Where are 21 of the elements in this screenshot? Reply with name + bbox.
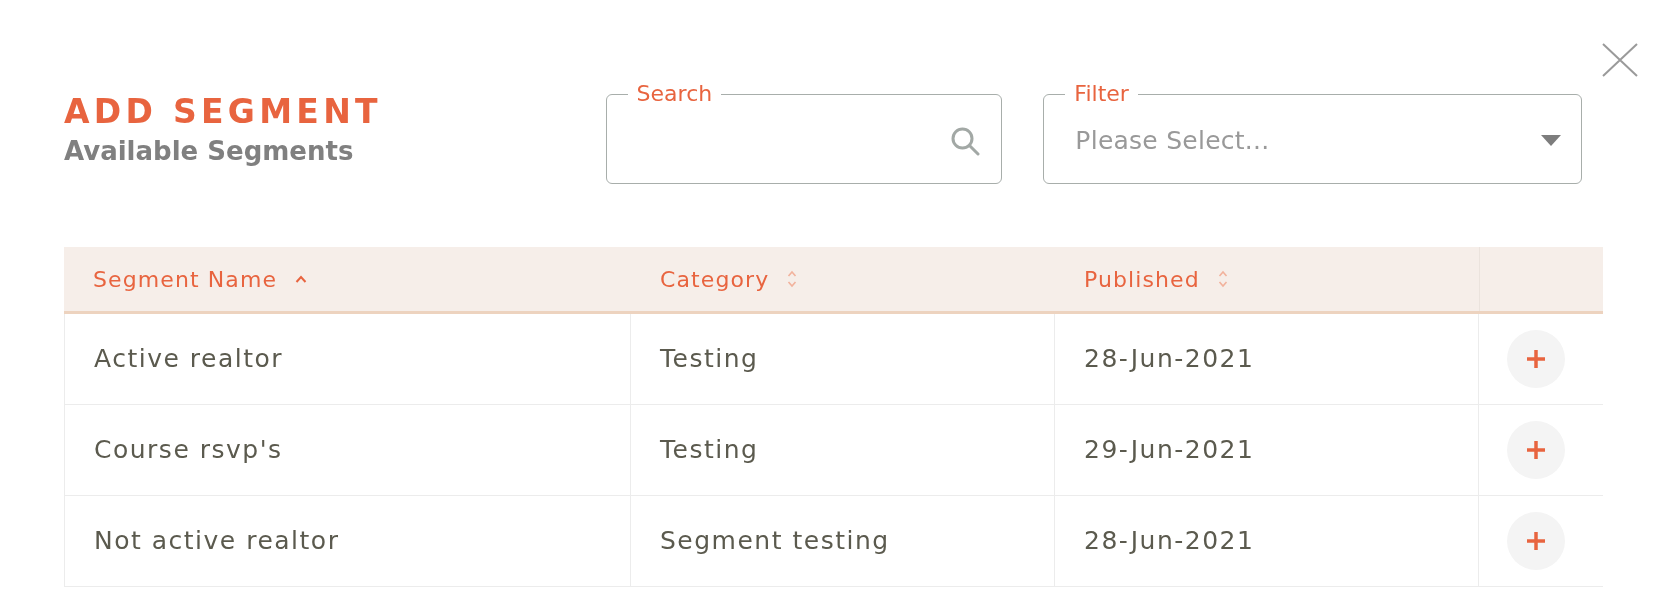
caret-icon [1541, 135, 1561, 146]
search-icon [950, 125, 981, 156]
column-header[interactable]: Published [1055, 247, 1479, 311]
close-icon [1602, 43, 1638, 77]
plus-icon [1526, 440, 1546, 460]
table-cell: 28-Jun-2021 [1055, 496, 1479, 587]
close-button[interactable] [1602, 43, 1638, 77]
table-cell: Not active realtor [64, 496, 631, 587]
plus-icon [1526, 531, 1546, 551]
table-cell: Testing [631, 314, 1055, 405]
table-cell: Testing [631, 405, 1055, 496]
plus-icon [1526, 349, 1546, 369]
column-header[interactable]: Segment Name [64, 247, 631, 311]
table-cell: 29-Jun-2021 [1055, 405, 1479, 496]
dialog-title: ADD SEGMENT [64, 93, 382, 131]
table-cell: 28-Jun-2021 [1055, 314, 1479, 405]
dialog-subtitle: Available Segments [64, 135, 354, 167]
table-cell: Course rsvp's [64, 405, 631, 496]
table-cell: Active realtor [64, 314, 631, 405]
column-header[interactable]: Category [631, 247, 1055, 311]
table-cell: Segment testing [631, 496, 1055, 587]
